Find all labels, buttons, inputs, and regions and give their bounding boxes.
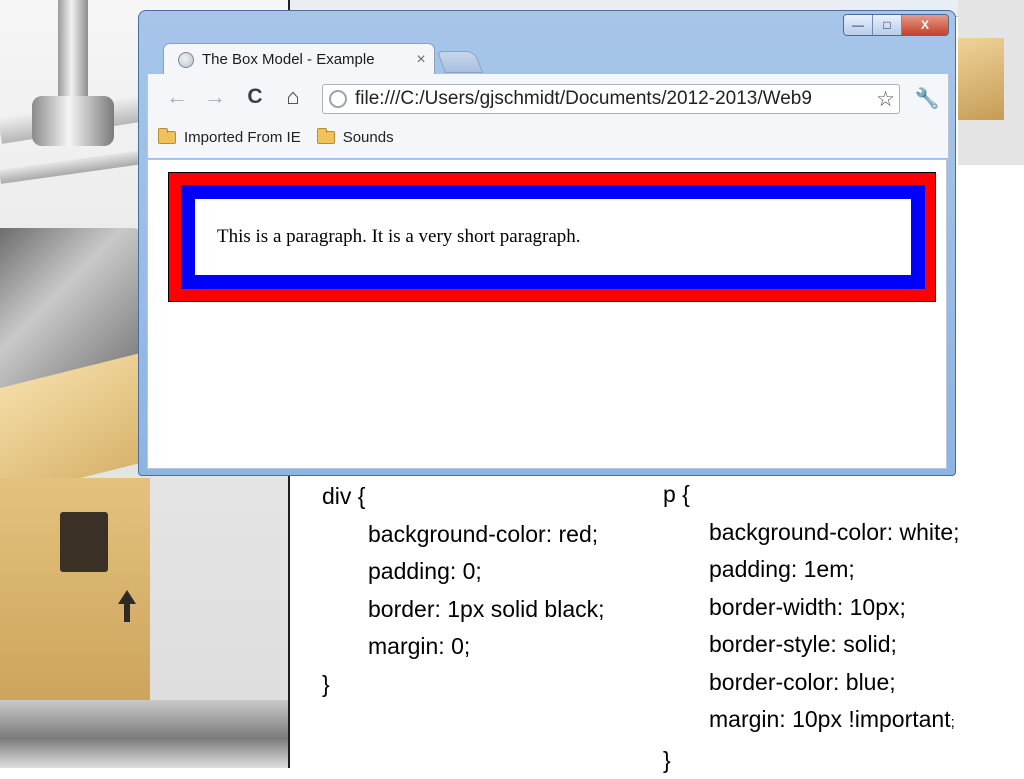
close-button[interactable]: X <box>902 15 948 35</box>
css-declaration: background-color: red; <box>322 516 605 554</box>
cardboard-box-graphic <box>958 38 1004 120</box>
css-declaration-text: margin: 10px !important <box>709 706 951 732</box>
css-div-rule: div { background-color: red; padding: 0;… <box>322 478 605 703</box>
example-div-box: This is a paragraph. It is a very short … <box>168 172 936 302</box>
css-declaration: padding: 1em; <box>663 551 960 589</box>
home-icon[interactable]: ⌂ <box>280 86 306 108</box>
page-viewport: This is a paragraph. It is a very short … <box>147 159 947 469</box>
forward-arrow-icon[interactable]: → <box>202 86 228 108</box>
title-bar[interactable]: — □ X <box>139 11 955 47</box>
css-p-rule: p { background-color: white; padding: 1e… <box>663 476 960 779</box>
bookmarks-bar: Imported From IE Sounds <box>148 120 958 154</box>
browser-tab[interactable]: The Box Model - Example × <box>163 43 435 75</box>
css-selector: p { <box>663 476 960 514</box>
css-declaration: border-style: solid; <box>663 626 960 664</box>
css-semicolon: ; <box>951 714 955 731</box>
conveyor-roller-graphic <box>0 700 290 768</box>
navigation-row: ← → C ⌂ file:///C:/Users/gjschmidt/Docum… <box>148 80 948 114</box>
globe-icon <box>178 52 194 68</box>
url-text: file:///C:/Users/gjschmidt/Documents/201… <box>355 88 868 110</box>
star-icon[interactable]: ☆ <box>876 87 899 112</box>
folder-icon <box>317 131 335 144</box>
box-arrow-icon <box>118 590 136 604</box>
bookmark-imported-from-ie[interactable]: Imported From IE <box>158 129 301 146</box>
bookmark-label: Sounds <box>343 129 394 146</box>
css-closing-brace: } <box>663 742 960 779</box>
reload-icon[interactable]: C <box>242 86 268 108</box>
browser-window: — □ X The Box Model - Example × ← → C ⌂ … <box>138 10 956 476</box>
example-paragraph-box: This is a paragraph. It is a very short … <box>181 185 925 289</box>
bookmark-sounds[interactable]: Sounds <box>317 129 394 146</box>
css-declaration: margin: 0; <box>322 628 605 666</box>
css-declaration: border: 1px solid black; <box>322 591 605 629</box>
metal-cap-graphic <box>32 96 114 146</box>
browser-toolbar: ← → C ⌂ file:///C:/Users/gjschmidt/Docum… <box>147 74 949 158</box>
page-info-icon[interactable] <box>329 90 347 108</box>
address-bar[interactable]: file:///C:/Users/gjschmidt/Documents/201… <box>322 84 900 114</box>
example-paragraph-text: This is a paragraph. It is a very short … <box>217 226 581 248</box>
tab-title: The Box Model - Example <box>202 51 400 68</box>
css-declaration: margin: 10px !important; <box>663 701 960 742</box>
window-controls: — □ X <box>843 14 949 36</box>
css-closing-brace: } <box>322 666 605 704</box>
close-tab-icon[interactable]: × <box>408 51 434 69</box>
minimize-button[interactable]: — <box>844 15 873 35</box>
maximize-button[interactable]: □ <box>873 15 902 35</box>
box-label-graphic <box>60 512 108 572</box>
css-declaration: border-width: 10px; <box>663 589 960 627</box>
wrench-icon[interactable]: 🔧 <box>914 86 940 110</box>
css-declaration: border-color: blue; <box>663 664 960 702</box>
box-arrow-stem-graphic <box>124 604 130 622</box>
metal-rail-graphic <box>0 150 145 184</box>
css-selector: div { <box>322 478 605 516</box>
css-declaration: background-color: white; <box>663 514 960 552</box>
back-arrow-icon[interactable]: ← <box>164 86 190 108</box>
folder-icon <box>158 131 176 144</box>
bookmark-label: Imported From IE <box>184 129 301 146</box>
css-declaration: padding: 0; <box>322 553 605 591</box>
new-tab-button[interactable] <box>437 51 483 73</box>
